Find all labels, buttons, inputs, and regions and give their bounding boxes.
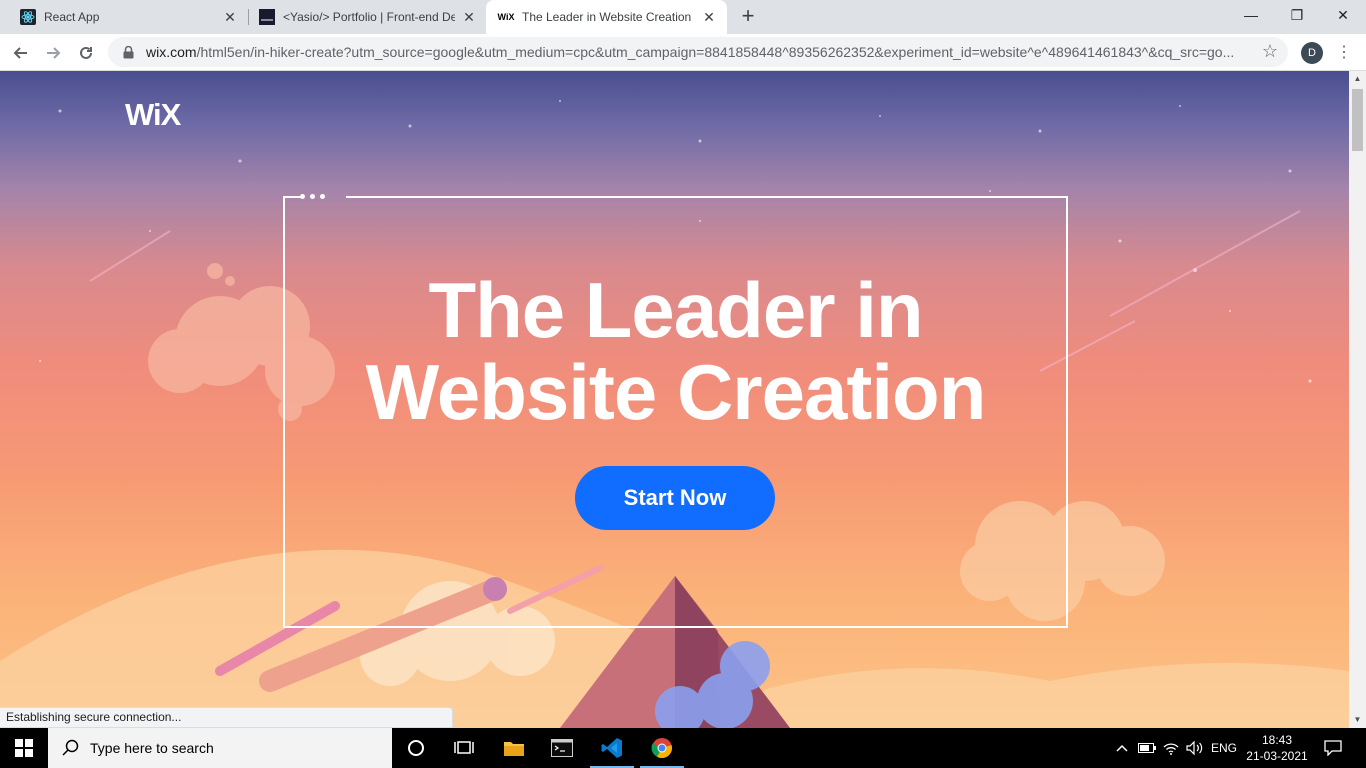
page-scrollbar[interactable]: ▲ ▼ xyxy=(1349,71,1366,728)
speaker-icon xyxy=(1186,741,1203,755)
input-language[interactable]: ENG xyxy=(1208,728,1240,768)
browser-toolbar: wix.com/html5en/in-hiker-create?utm_sour… xyxy=(0,34,1366,71)
page-content: WiX The Leader in Website Creation Start… xyxy=(0,71,1349,728)
minimize-button[interactable]: — xyxy=(1228,0,1274,30)
terminal-icon xyxy=(551,739,573,757)
menu-icon[interactable]: ⋮ xyxy=(1336,41,1352,65)
vscode-button[interactable] xyxy=(588,728,636,768)
forward-button[interactable] xyxy=(40,40,66,66)
tab-portfolio[interactable]: <Yasio/> Portfolio | Front-end De ✕ xyxy=(239,0,487,34)
window-close-button[interactable]: ✕ xyxy=(1320,0,1366,30)
vscode-icon xyxy=(601,738,622,758)
frame-dots xyxy=(300,190,344,202)
tab-title: <Yasio/> Portfolio | Front-end De xyxy=(283,10,455,24)
battery-button[interactable] xyxy=(1136,728,1158,768)
headline-line-2: Website Creation xyxy=(365,348,987,436)
taskbar: Type here to search ENG 18:43 21-03-2021 xyxy=(0,728,1366,768)
new-tab-button[interactable]: + xyxy=(736,5,760,29)
scrollbar-thumb[interactable] xyxy=(1352,89,1363,151)
restore-button[interactable]: ❐ xyxy=(1274,0,1320,30)
clock-time: 18:43 xyxy=(1261,733,1293,747)
tab-title: React App xyxy=(44,10,100,24)
task-view-button[interactable] xyxy=(440,728,488,768)
terminal-button[interactable] xyxy=(538,728,586,768)
profile-avatar[interactable]: D xyxy=(1301,42,1323,64)
back-button[interactable] xyxy=(8,40,34,66)
url-path: /html5en/in-hiker-create?utm_source=goog… xyxy=(196,44,1235,60)
volume-button[interactable] xyxy=(1184,728,1206,768)
tab-wix[interactable]: WiX The Leader in Website Creation | ✕ xyxy=(486,0,727,34)
url-text: wix.com/html5en/in-hiker-create?utm_sour… xyxy=(146,44,1246,60)
taskbar-clock[interactable]: 18:43 21-03-2021 xyxy=(1244,732,1310,764)
wifi-icon xyxy=(1163,743,1179,755)
close-tab-icon[interactable]: ✕ xyxy=(222,9,238,25)
chevron-up-icon xyxy=(1116,744,1128,752)
task-view-icon xyxy=(454,741,474,754)
url-host: wix.com xyxy=(146,44,197,60)
wix-favicon-icon: WiX xyxy=(497,12,515,22)
address-bar[interactable]: wix.com/html5en/in-hiker-create?utm_sour… xyxy=(108,37,1288,67)
close-tab-icon[interactable]: ✕ xyxy=(701,9,717,25)
show-hidden-icons-button[interactable] xyxy=(1112,728,1132,768)
scroll-up-icon[interactable]: ▲ xyxy=(1349,71,1366,87)
reload-button[interactable] xyxy=(73,40,99,66)
wifi-button[interactable] xyxy=(1160,728,1182,768)
action-center-button[interactable] xyxy=(1318,728,1348,768)
notification-icon xyxy=(1324,740,1342,756)
tab-title: The Leader in Website Creation | xyxy=(522,10,695,24)
chrome-button[interactable] xyxy=(638,728,686,768)
tab-react-app[interactable]: React App ✕ xyxy=(0,0,248,34)
taskbar-search-box[interactable]: Type here to search xyxy=(48,728,392,768)
cortana-icon xyxy=(408,740,424,756)
headline-line-1: The Leader in xyxy=(428,266,923,354)
battery-icon xyxy=(1138,743,1156,753)
start-button[interactable] xyxy=(0,728,48,768)
lock-icon xyxy=(120,45,136,59)
tab-strip: React App ✕ <Yasio/> Portfolio | Front-e… xyxy=(0,0,1366,34)
reload-icon xyxy=(80,46,92,59)
back-arrow-icon xyxy=(13,47,27,59)
folder-icon xyxy=(504,742,524,756)
file-explorer-button[interactable] xyxy=(490,728,538,768)
bookmark-star-icon[interactable]: ☆ xyxy=(1262,41,1278,62)
clock-date: 21-03-2021 xyxy=(1246,749,1308,763)
chrome-icon xyxy=(651,738,672,759)
close-tab-icon[interactable]: ✕ xyxy=(461,9,477,25)
forward-arrow-icon xyxy=(47,47,61,59)
search-icon xyxy=(62,739,79,756)
status-bubble: Establishing secure connection... xyxy=(0,707,453,728)
wix-logo[interactable]: WiX xyxy=(125,97,181,133)
hero-headline: The Leader in Website Creation xyxy=(283,269,1068,433)
cortana-button[interactable] xyxy=(392,728,440,768)
react-icon xyxy=(20,9,36,25)
start-now-button[interactable]: Start Now xyxy=(575,466,775,530)
windows-icon xyxy=(15,739,33,757)
search-placeholder: Type here to search xyxy=(90,740,214,756)
scroll-down-icon[interactable]: ▼ xyxy=(1349,712,1366,728)
portfolio-favicon-icon xyxy=(259,9,275,25)
